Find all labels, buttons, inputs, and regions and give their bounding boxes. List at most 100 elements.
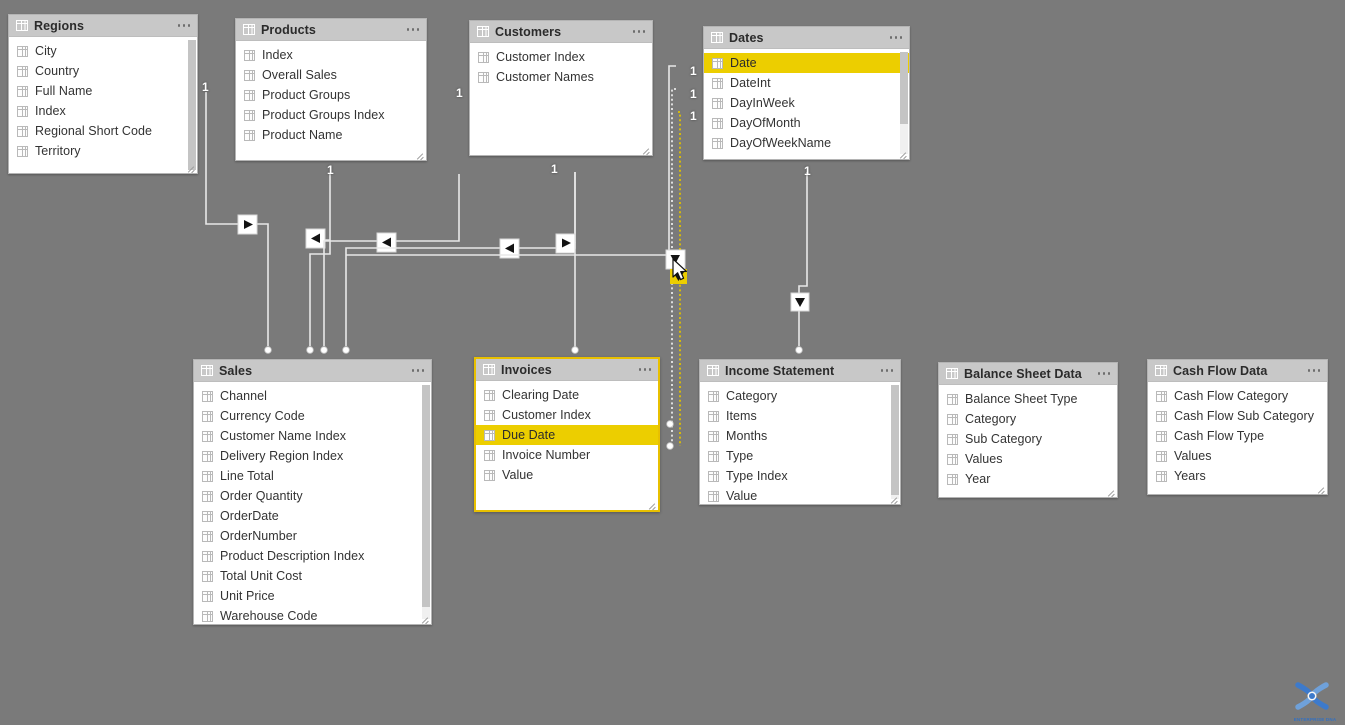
field-row[interactable]: Months bbox=[700, 426, 900, 446]
field-row[interactable]: DateInt bbox=[704, 73, 909, 93]
scrollbar-thumb[interactable] bbox=[891, 385, 899, 495]
table-card-header[interactable]: Sales bbox=[194, 360, 431, 382]
more-options-icon[interactable] bbox=[406, 25, 421, 34]
field-row[interactable]: Clearing Date bbox=[476, 385, 658, 405]
field-row[interactable]: City bbox=[9, 41, 197, 61]
table-card-header[interactable]: Regions bbox=[9, 15, 197, 37]
more-options-icon[interactable] bbox=[889, 33, 904, 42]
field-row[interactable]: Date bbox=[704, 53, 909, 73]
field-row[interactable]: Index bbox=[236, 45, 426, 65]
field-row[interactable]: Years bbox=[1148, 466, 1327, 486]
resize-handle[interactable] bbox=[421, 615, 429, 623]
vertical-scrollbar[interactable] bbox=[422, 385, 430, 619]
table-card-cash-flow-data[interactable]: Cash Flow Data Cash Flow Category Cash Flo… bbox=[1147, 359, 1328, 495]
field-row[interactable]: Product Description Index bbox=[194, 546, 431, 566]
resize-handle[interactable] bbox=[1107, 488, 1115, 496]
resize-handle[interactable] bbox=[1317, 485, 1325, 493]
table-card-header[interactable]: Cash Flow Data bbox=[1148, 360, 1327, 382]
relationship-customers-sales[interactable] bbox=[342, 172, 576, 354]
field-row[interactable]: Due Date bbox=[476, 425, 658, 445]
more-options-icon[interactable] bbox=[632, 27, 647, 36]
field-row[interactable]: Type bbox=[700, 446, 900, 466]
relationship-products-sales[interactable] bbox=[305, 174, 331, 354]
table-card-header[interactable]: Income Statement bbox=[700, 360, 900, 382]
field-row[interactable]: Invoice Number bbox=[476, 445, 658, 465]
field-row[interactable]: Customer Names bbox=[470, 67, 652, 87]
field-row[interactable]: Order Quantity bbox=[194, 486, 431, 506]
field-row[interactable]: Delivery Region Index bbox=[194, 446, 431, 466]
more-options-icon[interactable] bbox=[880, 366, 895, 375]
resize-handle[interactable] bbox=[416, 151, 424, 159]
field-row[interactable]: Regional Short Code bbox=[9, 121, 197, 141]
field-row[interactable]: Cash Flow Category bbox=[1148, 386, 1327, 406]
field-row[interactable]: Line Total bbox=[194, 466, 431, 486]
field-row[interactable]: Territory bbox=[9, 141, 197, 161]
field-row[interactable]: Value bbox=[700, 486, 900, 504]
field-row[interactable]: Channel bbox=[194, 386, 431, 406]
field-row[interactable]: Country bbox=[9, 61, 197, 81]
field-row[interactable]: Unit Price bbox=[194, 586, 431, 606]
more-options-icon[interactable] bbox=[638, 365, 653, 374]
resize-handle[interactable] bbox=[899, 150, 907, 158]
field-row[interactable]: Overall Sales bbox=[236, 65, 426, 85]
field-row[interactable]: Balance Sheet Type bbox=[939, 389, 1117, 409]
field-row[interactable]: Items bbox=[700, 406, 900, 426]
field-row[interactable]: Total Unit Cost bbox=[194, 566, 431, 586]
resize-handle[interactable] bbox=[648, 501, 656, 509]
vertical-scrollbar[interactable] bbox=[188, 40, 196, 170]
relationship-dates-income-statement[interactable] bbox=[790, 172, 810, 354]
table-card-income-statement[interactable]: Income Statement Category Items Months Type T… bbox=[699, 359, 901, 505]
field-row[interactable]: Cash Flow Type bbox=[1148, 426, 1327, 446]
field-row[interactable]: Values bbox=[1148, 446, 1327, 466]
vertical-scrollbar[interactable] bbox=[900, 52, 908, 154]
table-card-header[interactable]: Products bbox=[236, 19, 426, 41]
model-view-canvas[interactable]: .rl { fill:none; stroke:#e8e8e8; stroke-… bbox=[0, 0, 1345, 725]
vertical-scrollbar[interactable] bbox=[891, 385, 899, 499]
table-card-header[interactable]: Balance Sheet Data bbox=[939, 363, 1117, 385]
table-card-header[interactable]: Invoices bbox=[476, 359, 658, 381]
field-row[interactable]: OrderDate bbox=[194, 506, 431, 526]
more-options-icon[interactable] bbox=[1097, 369, 1112, 378]
field-row[interactable]: DayInWeek bbox=[704, 93, 909, 113]
field-row[interactable]: Type Index bbox=[700, 466, 900, 486]
field-row[interactable]: Warehouse Code bbox=[194, 606, 431, 624]
scrollbar-thumb[interactable] bbox=[422, 385, 430, 607]
resize-handle[interactable] bbox=[642, 146, 650, 154]
relationship-customers-invoices[interactable] bbox=[555, 172, 579, 354]
field-row[interactable]: Product Name bbox=[236, 125, 426, 145]
field-row[interactable]: Customer Name Index bbox=[194, 426, 431, 446]
field-row[interactable]: Product Groups Index bbox=[236, 105, 426, 125]
more-options-icon[interactable] bbox=[177, 21, 192, 30]
table-card-sales[interactable]: Sales Channel Currency Code Customer Name I… bbox=[193, 359, 432, 625]
relationship-dates-invoices-duedate-active[interactable] bbox=[665, 111, 687, 450]
field-row[interactable]: DayOfMonth bbox=[704, 113, 909, 133]
field-row[interactable]: Year bbox=[939, 469, 1117, 489]
resize-handle[interactable] bbox=[187, 164, 195, 172]
more-options-icon[interactable] bbox=[1307, 366, 1322, 375]
more-options-icon[interactable] bbox=[411, 366, 426, 375]
table-card-products[interactable]: Products Index Overall Sales Product Groups… bbox=[235, 18, 427, 161]
field-row[interactable]: Product Groups bbox=[236, 85, 426, 105]
field-row[interactable]: OrderNumber bbox=[194, 526, 431, 546]
field-row[interactable]: Category bbox=[939, 409, 1117, 429]
table-card-balance-sheet-data[interactable]: Balance Sheet Data Balance Sheet Type Cate… bbox=[938, 362, 1118, 498]
scrollbar-thumb[interactable] bbox=[900, 52, 908, 124]
field-row[interactable]: Sub Category bbox=[939, 429, 1117, 449]
field-row[interactable]: Values bbox=[939, 449, 1117, 469]
relationship-dates-invoices-inactive[interactable] bbox=[666, 88, 676, 448]
field-row[interactable]: Customer Index bbox=[476, 405, 658, 425]
field-row[interactable]: Full Name bbox=[9, 81, 197, 101]
resize-handle[interactable] bbox=[890, 495, 898, 503]
table-card-header[interactable]: Customers bbox=[470, 21, 652, 43]
scrollbar-thumb[interactable] bbox=[188, 40, 196, 170]
field-row[interactable]: Cash Flow Sub Category bbox=[1148, 406, 1327, 426]
table-card-customers[interactable]: Customers Customer Index Customer Names bbox=[469, 20, 653, 156]
relationship-products-index-sales[interactable] bbox=[320, 174, 460, 354]
table-card-dates[interactable]: Dates Date DateInt DayInWeek DayOfMonth DayOf… bbox=[703, 26, 910, 160]
field-row[interactable]: Value bbox=[476, 465, 658, 485]
field-row[interactable]: DayOfWeekName bbox=[704, 133, 909, 153]
field-row[interactable]: Index bbox=[9, 101, 197, 121]
field-row[interactable]: Currency Code bbox=[194, 406, 431, 426]
table-card-invoices[interactable]: Invoices Clearing Date Customer Index Due D… bbox=[474, 357, 660, 512]
table-card-header[interactable]: Dates bbox=[704, 27, 909, 49]
